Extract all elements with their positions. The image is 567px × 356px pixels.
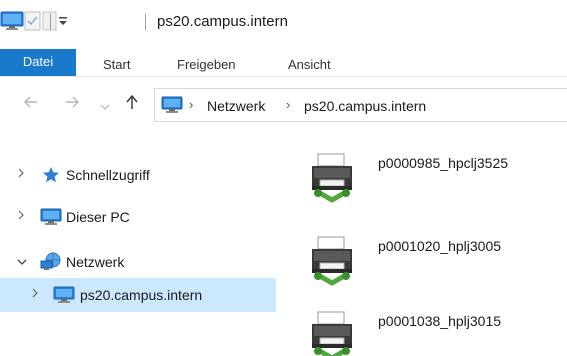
list-item-printer[interactable]: p0001020_hplj3005 (300, 235, 567, 295)
sidebar-item-label: Dieser PC (66, 209, 130, 225)
chevron-down-icon[interactable] (16, 255, 28, 269)
customize-toolbar-icon[interactable] (58, 15, 68, 30)
sidebar-item-label: Schnellzugriff (66, 167, 150, 183)
network-printer-icon (308, 310, 356, 356)
list-item-printer[interactable]: p0000985_hpclj3525 (300, 152, 567, 212)
properties-icon[interactable] (24, 11, 42, 34)
printer-name: p0001020_hplj3005 (378, 238, 502, 254)
tab-view[interactable]: Ansicht (288, 53, 331, 80)
navigation-bar: › Netzwerk › ps20.campus.intern (0, 84, 567, 126)
breadcrumb-separator-icon[interactable]: › (189, 97, 193, 112)
printer-name: p0001038_hplj3015 (378, 313, 502, 329)
printer-name: p0000985_hpclj3525 (378, 155, 509, 171)
computer-icon (53, 286, 75, 307)
ribbon (0, 44, 567, 77)
sidebar-item-label: ps20.campus.intern (80, 287, 203, 303)
computer-icon (40, 208, 62, 229)
window-title: ps20.campus.intern (157, 13, 288, 30)
sidebar-item-label: Netzwerk (66, 254, 125, 270)
forward-arrow-icon[interactable] (64, 94, 80, 115)
sidebar-item-quick-access[interactable]: Schnellzugriff (0, 158, 276, 192)
sidebar-item-this-pc[interactable]: Dieser PC (0, 200, 276, 234)
recent-locations-chevron-icon[interactable] (100, 98, 110, 116)
breadcrumb-current[interactable]: ps20.campus.intern (304, 98, 426, 114)
star-icon (42, 166, 60, 187)
network-icon (40, 251, 62, 274)
address-bar[interactable]: › Netzwerk › ps20.campus.intern (154, 88, 567, 122)
title-bar: ps20.campus.intern (0, 0, 567, 44)
up-arrow-icon[interactable] (124, 94, 140, 115)
network-location-icon (161, 96, 183, 117)
tab-file[interactable]: Datei (0, 49, 76, 76)
tab-share[interactable]: Freigeben (177, 53, 236, 80)
breadcrumb-network[interactable]: Netzwerk (207, 98, 265, 114)
sidebar-item-network[interactable]: Netzwerk (0, 245, 276, 279)
back-arrow-icon[interactable] (23, 94, 39, 115)
network-printer-icon (308, 235, 356, 292)
sidebar-item-ps20-campus-intern[interactable]: ps20.campus.intern (0, 278, 276, 312)
chevron-right-icon[interactable] (31, 287, 39, 302)
list-item-printer[interactable]: p0001038_hplj3015 (300, 310, 567, 356)
tab-start[interactable]: Start (103, 53, 130, 80)
chevron-right-icon[interactable] (17, 167, 25, 182)
breadcrumb-separator-icon[interactable]: › (286, 97, 290, 112)
computer-icon[interactable] (0, 11, 24, 34)
chevron-right-icon[interactable] (17, 209, 25, 224)
network-printer-icon (308, 152, 356, 209)
